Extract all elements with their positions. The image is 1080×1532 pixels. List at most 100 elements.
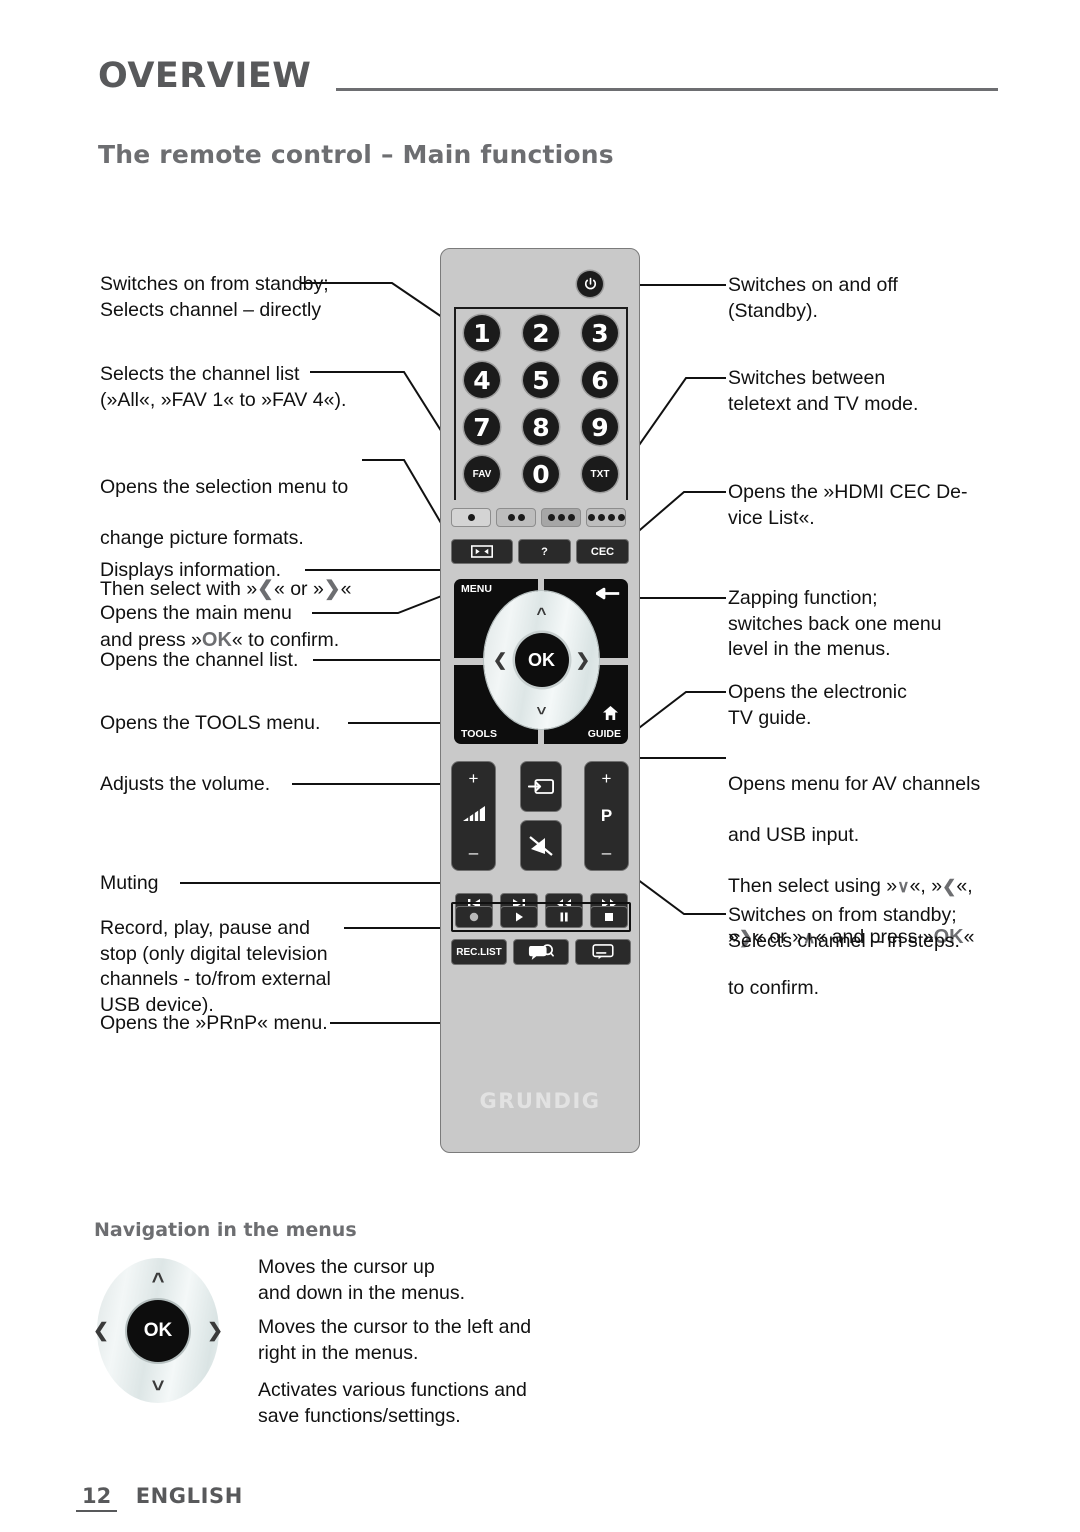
callout-muting: Muting	[100, 872, 159, 894]
chevron-down-icon: ∨	[897, 876, 910, 896]
info-button[interactable]: ?	[518, 539, 571, 564]
picture-format-line2: change picture formats.	[100, 526, 304, 549]
nav-desc-activate: Activates various functions and save fun…	[258, 1379, 527, 1427]
page-title: The remote control – Main functions	[98, 140, 614, 169]
number-key-0[interactable]: 0	[523, 456, 559, 492]
callout-standby-onoff: Switches on and off (Standby).	[728, 274, 898, 322]
blue-colour-key[interactable]	[586, 508, 626, 527]
navigation-wheel[interactable]: ^ ^ ❮ ❯ OK	[484, 591, 599, 729]
program-plus[interactable]: +	[585, 769, 628, 789]
nav-desc-leftright: Moves the cursor to the left and right i…	[258, 1316, 532, 1364]
callout-channel-list-fav: Selects the channel list (»All«, »FAV 1«…	[100, 363, 347, 411]
pause-button[interactable]	[545, 906, 583, 928]
number-key-7[interactable]: 7	[464, 409, 500, 445]
txt-button[interactable]: TXT	[582, 456, 618, 492]
nav-right-icon[interactable]: ❯	[576, 652, 590, 669]
navigation-block: MENU TOOLS GUIDE ^ ^ ❮ ❯ OK	[454, 579, 628, 744]
callout-display-info: Displays information.	[100, 559, 281, 581]
number-key-1[interactable]: 1	[464, 315, 500, 351]
prnp-button[interactable]	[513, 939, 569, 965]
dot	[517, 514, 525, 521]
picture-format-icon	[471, 545, 493, 558]
fav-button[interactable]: FAV	[464, 456, 500, 492]
volume-minus[interactable]: –	[452, 843, 495, 863]
number-key-2[interactable]: 2	[523, 315, 559, 351]
record-button[interactable]	[455, 906, 493, 928]
nav-left-icon[interactable]: ❮	[93, 1321, 109, 1340]
power-button[interactable]	[577, 271, 603, 297]
subtitle-icon	[592, 944, 614, 960]
prnp-icon	[528, 943, 554, 960]
picture-format-line1: Opens the selection menu to	[100, 475, 349, 498]
callout-teletext: Switches between teletext and TV mode.	[728, 367, 919, 415]
callout-main-menu: Opens the main menu	[100, 602, 292, 624]
guide-label: GUIDE	[587, 728, 621, 740]
number-key-9[interactable]: 9	[582, 409, 618, 445]
callout-zapping: Zapping function; switches back one menu…	[728, 587, 942, 660]
red-colour-key[interactable]	[451, 508, 491, 527]
mute-button[interactable]	[520, 820, 562, 871]
green-colour-key[interactable]	[496, 508, 536, 527]
nav-right-icon[interactable]: ❯	[207, 1321, 223, 1340]
brand-logo: GRUNDIG	[479, 1089, 601, 1113]
callout-tools-menu: Opens the TOOLS menu.	[100, 712, 321, 734]
rec-list-button[interactable]: REC.LIST	[451, 939, 507, 965]
play-button[interactable]	[500, 906, 538, 928]
nav-down-icon[interactable]: ^	[152, 1370, 165, 1395]
callout-record-play: Record, play, pause and stop (only digit…	[100, 917, 331, 1016]
av-source-icon	[528, 779, 554, 794]
nav-left-icon[interactable]: ❮	[493, 652, 507, 669]
dot	[587, 514, 595, 521]
header-rule	[336, 88, 998, 91]
picture-format-button[interactable]	[451, 539, 513, 564]
txt: «	[340, 577, 352, 600]
number-key-6[interactable]: 6	[582, 362, 618, 398]
callout-standby-steps: Switches on from standby; Selects channe…	[728, 904, 960, 952]
play-icon	[516, 912, 523, 922]
ok-button[interactable]: OK	[127, 1299, 189, 1362]
callout-volume: Adjusts the volume.	[100, 773, 271, 795]
record-icon	[469, 912, 479, 922]
page-footer: 12 ENGLISH	[76, 1484, 243, 1512]
txt: «,	[956, 874, 973, 897]
subtitle-button[interactable]	[575, 939, 631, 965]
dot	[557, 514, 565, 521]
number-key-5[interactable]: 5	[523, 362, 559, 398]
language-label: ENGLISH	[135, 1484, 243, 1508]
volume-plus[interactable]: +	[452, 769, 495, 789]
nav-down-icon[interactable]: ^	[537, 699, 547, 718]
cec-button[interactable]: CEC	[576, 539, 629, 564]
navigation-wheel-diagram[interactable]: ^ ^ ❮ ❯ OK	[93, 1258, 223, 1403]
number-key-3[interactable]: 3	[582, 315, 618, 351]
txt: Then select using »	[728, 874, 898, 897]
callout-tv-guide: Opens the electronic TV guide.	[728, 681, 907, 729]
callout-prnp-menu: Opens the »PRnP« menu.	[100, 1012, 328, 1034]
dot	[597, 514, 605, 521]
menu-label: MENU	[461, 583, 492, 595]
power-icon	[584, 277, 596, 289]
callout-standby-direct: Switches on from standby; Selects channe…	[100, 273, 329, 321]
nav-up-icon[interactable]: ^	[152, 1270, 165, 1292]
program-minus[interactable]: –	[585, 843, 628, 863]
page-header: OVERVIEW	[98, 52, 998, 100]
back-arrow-icon	[595, 587, 621, 603]
nav-up-icon[interactable]: ^	[537, 605, 547, 622]
yellow-colour-key[interactable]	[541, 508, 581, 527]
av-source-button[interactable]	[520, 761, 562, 812]
ok-button[interactable]: OK	[514, 633, 569, 687]
callout-hdmi-cec: Opens the »HDMI CEC De- vice List«.	[728, 481, 968, 529]
callout-av-usb: Opens menu for AV channels and USB input…	[728, 746, 1018, 1027]
number-key-4[interactable]: 4	[464, 362, 500, 398]
dot	[507, 514, 515, 521]
mute-icon	[529, 835, 553, 856]
home-icon	[602, 705, 619, 724]
volume-rocker[interactable]: + –	[451, 761, 496, 871]
number-key-8[interactable]: 8	[523, 409, 559, 445]
program-label: P	[600, 806, 613, 825]
nav-section-title: Navigation in the menus	[94, 1219, 357, 1241]
av-usb-line5: to confirm.	[728, 976, 820, 999]
program-rocker[interactable]: + P –	[584, 761, 629, 871]
remote-control-illustration: 1 2 3 4 5 6 7 8 9 0 FAV TXT ? CEC MENU T…	[440, 248, 640, 1153]
dot	[607, 514, 615, 521]
stop-button[interactable]	[590, 906, 628, 928]
